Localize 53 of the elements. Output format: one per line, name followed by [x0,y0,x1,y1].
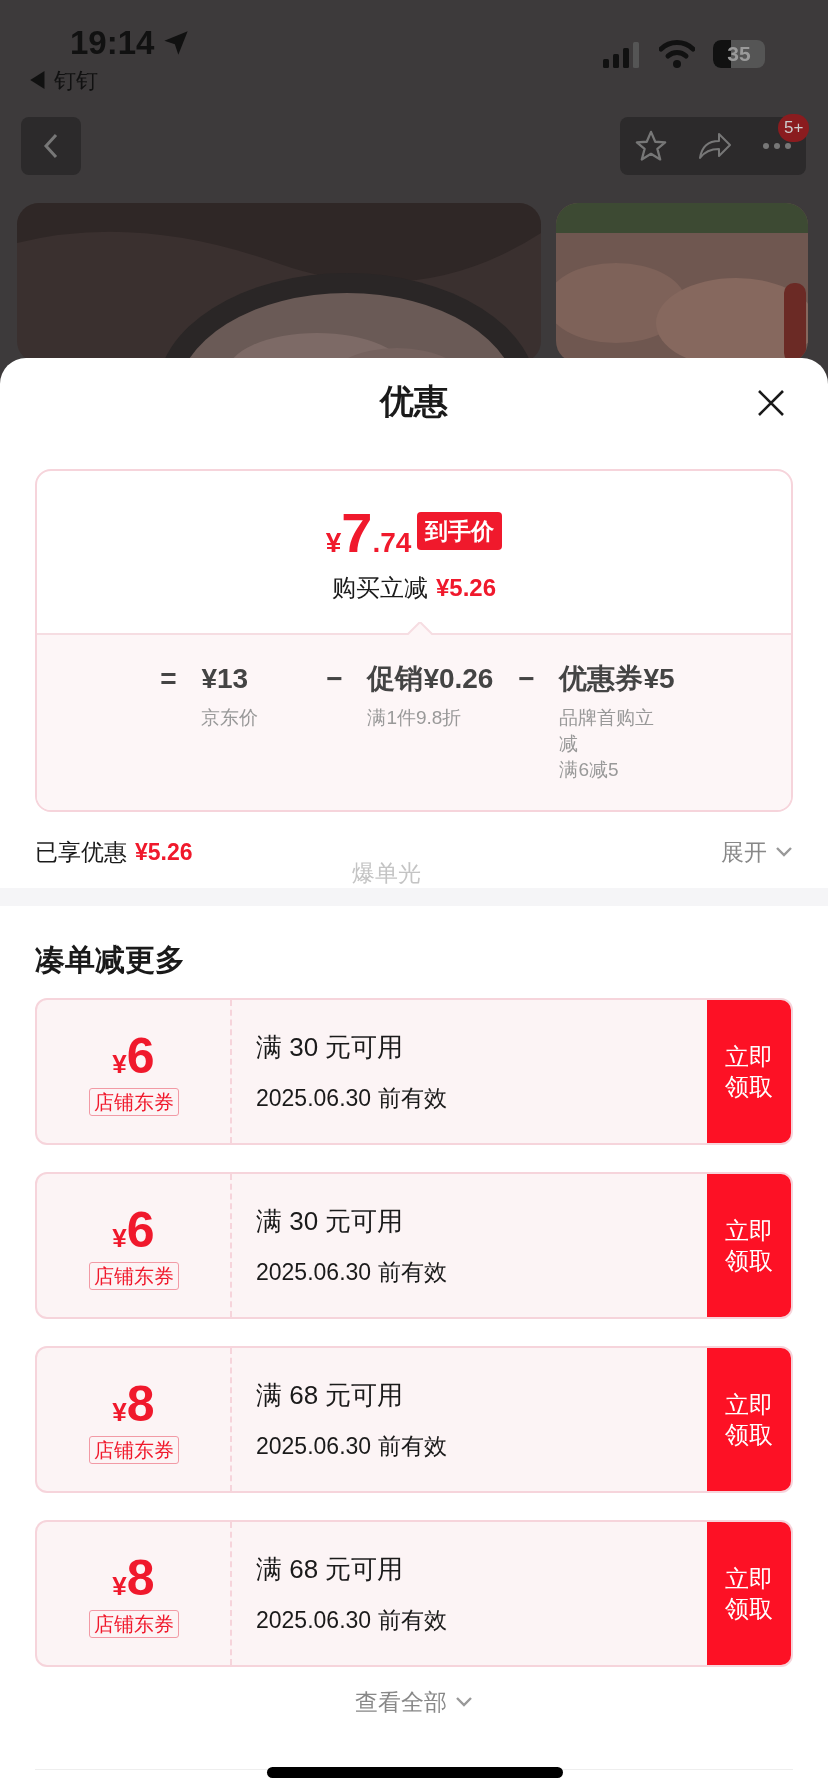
operator-sign: = [159,662,178,696]
enjoyed-value: ¥5.26 [135,837,193,867]
back-button[interactable] [21,117,81,175]
operator-sign: − [325,662,344,696]
coupon-condition: 满 30 元可用 [256,1204,405,1238]
faded-text: 爆单光 [352,859,421,888]
sheet-title: 优惠 [380,380,448,422]
coupon-validity: 2025.06.30 前有效 [256,1605,448,1635]
expand-button[interactable]: 展开 [721,834,793,870]
claim-button[interactable]: 立即领取 [707,1174,791,1317]
term-note: 品牌首购立减 [559,706,656,756]
coupon-validity: 2025.06.30 前有效 [256,1431,448,1461]
coupon-type-tag: 店铺东券 [88,1261,179,1290]
term-note: 京东价 [201,706,260,730]
view-all-button[interactable]: 查看全部 [355,1685,473,1720]
term-note: 满6减5 [559,758,620,782]
notification-badge: 5+ [778,114,810,142]
final-price: ¥7.74 [325,505,412,564]
wifi-icon [659,40,695,68]
coupon-condition: 满 68 元可用 [256,1552,405,1586]
chevron-left-icon [43,132,59,160]
coupon-condition: 满 68 元可用 [256,1378,405,1412]
chevron-down-icon [775,846,793,858]
coupon-amount: ¥6 [112,1027,155,1084]
coupon-validity: 2025.06.30 前有效 [256,1257,448,1287]
price-tag: 到手价 [417,512,503,550]
coupon-amount: ¥6 [112,1201,155,1258]
saving-value: ¥5.26 [435,573,497,603]
claim-button[interactable]: 立即领取 [707,1522,791,1665]
term-note: 满1件9.8折 [367,706,463,730]
formula-term: ¥13 [201,662,250,696]
coupon-type-tag: 店铺东券 [88,1609,179,1638]
location-arrow-icon [162,28,191,57]
coupon-amount: ¥8 [112,1375,155,1432]
close-button[interactable] [756,388,786,418]
section-title: 凑单减更多 [35,941,185,978]
star-icon[interactable] [634,129,669,163]
close-icon [756,388,786,418]
more-icon[interactable] [761,142,792,150]
formula-term: 优惠券¥5 [559,662,675,696]
coupon-type-tag: 店铺东券 [88,1435,179,1464]
coupon-type-tag: 店铺东券 [88,1087,179,1116]
claim-button[interactable]: 立即领取 [707,1000,791,1143]
coupon-amount: ¥8 [112,1549,155,1606]
share-icon[interactable] [697,131,733,161]
saving-label: 购买立减 [331,573,428,603]
enjoyed-label: 已享优惠 [35,837,127,867]
coupon-condition: 满 30 元可用 [256,1030,405,1064]
operator-sign: − [517,662,536,696]
claim-button[interactable]: 立即领取 [707,1348,791,1491]
chevron-down-icon [455,1696,473,1709]
formula-term: 促销¥0.26 [367,662,494,696]
coupon-validity: 2025.06.30 前有效 [256,1083,448,1113]
